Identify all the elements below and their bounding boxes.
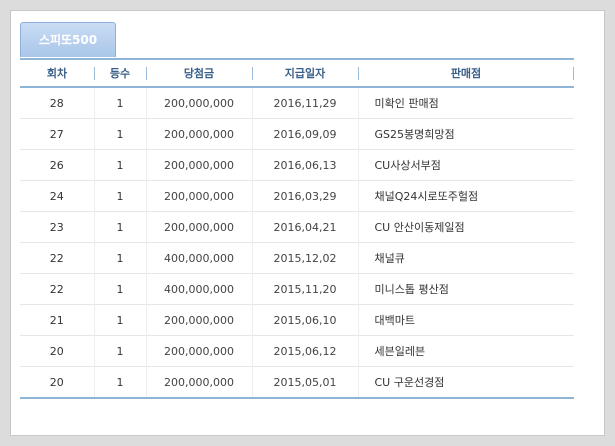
cell-date: 2016,09,09 xyxy=(251,118,358,150)
cell-prize: 200,000,000 xyxy=(145,211,252,243)
cell-round: 22 xyxy=(49,251,64,265)
table-row: 22 1 400,000,000 2015,11,20 미니스톱 평산점 xyxy=(20,273,574,305)
table-row: 28 1 200,000,000 2016,11,29 미확인 판매점 xyxy=(20,87,574,119)
cell-store: CU사상서부점 xyxy=(357,149,574,181)
cell-date: 2016,11,29 xyxy=(251,87,358,119)
cell-rank: 1 xyxy=(93,304,146,336)
cell-prize: 200,000,000 xyxy=(145,87,252,119)
cell-rank: 1 xyxy=(93,366,146,398)
table-header-row: 회차 등수 당첨금 지급일자 판매점 xyxy=(20,59,574,87)
table-row: 21 1 200,000,000 2015,06,10 대백마트 xyxy=(20,304,574,336)
cell-date: 2015,06,12 xyxy=(251,335,358,367)
cell-rank: 1 xyxy=(93,211,146,243)
cell-date: 2015,05,01 xyxy=(251,366,358,398)
cell-date: 2016,04,21 xyxy=(251,211,358,243)
table-row: 22 1 400,000,000 2015,12,02 채널큐 xyxy=(20,242,574,274)
cell-rank: 1 xyxy=(93,180,146,212)
cell-round: 27 xyxy=(49,127,64,141)
cell-prize: 400,000,000 xyxy=(145,273,252,305)
cell-round: 20 xyxy=(49,344,64,358)
cell-store: 채널큐 xyxy=(357,242,574,274)
cell-store: 세븐일레븐 xyxy=(357,335,574,367)
table-row: 20 1 200,000,000 2015,05,01 CU 구운선경점 xyxy=(20,366,574,398)
cell-round: 26 xyxy=(49,158,64,172)
tab-bar: 스피또500 xyxy=(20,22,116,58)
winners-table-container: 회차 등수 당첨금 지급일자 판매점 28 1 200,000,000 2016,11… xyxy=(20,58,574,399)
cell-store: CU 구운선경점 xyxy=(357,366,574,398)
cell-prize: 200,000,000 xyxy=(145,180,252,212)
cell-store: 대백마트 xyxy=(357,304,574,336)
cell-date: 2015,12,02 xyxy=(251,242,358,274)
cell-prize: 200,000,000 xyxy=(145,335,252,367)
cell-store: 채널Q24시로또주헐점 xyxy=(357,180,574,212)
cell-round: 22 xyxy=(49,282,64,296)
tab-speetto500[interactable]: 스피또500 xyxy=(20,22,116,57)
cell-store: 미확인 판매점 xyxy=(357,87,574,119)
table-row: 26 1 200,000,000 2016,06,13 CU사상서부점 xyxy=(20,149,574,181)
header-date: 지급일자 xyxy=(252,59,358,87)
cell-date: 2016,06,13 xyxy=(251,149,358,181)
winners-table: 회차 등수 당첨금 지급일자 판매점 28 1 200,000,000 2016,11… xyxy=(20,58,574,399)
cell-prize: 200,000,000 xyxy=(145,366,252,398)
header-round: 회차 xyxy=(46,67,68,80)
cell-rank: 1 xyxy=(93,273,146,305)
cell-prize: 200,000,000 xyxy=(145,149,252,181)
cell-rank: 1 xyxy=(93,118,146,150)
cell-store: 미니스톱 평산점 xyxy=(357,273,574,305)
header-store: 판매점 xyxy=(358,59,574,87)
cell-date: 2016,03,29 xyxy=(251,180,358,212)
cell-store: CU 안산이동제일점 xyxy=(357,211,574,243)
cell-prize: 400,000,000 xyxy=(145,242,252,274)
cell-round: 23 xyxy=(49,220,64,234)
cell-rank: 1 xyxy=(93,335,146,367)
table-row: 24 1 200,000,000 2016,03,29 채널Q24시로또주헐점 xyxy=(20,180,574,212)
cell-store: GS25봉명희망점 xyxy=(357,118,574,150)
cell-round: 21 xyxy=(49,313,64,327)
cell-round: 20 xyxy=(49,375,64,389)
table-row: 23 1 200,000,000 2016,04,21 CU 안산이동제일점 xyxy=(20,211,574,243)
cell-rank: 1 xyxy=(93,87,146,119)
cell-date: 2015,06,10 xyxy=(251,304,358,336)
table-row: 27 1 200,000,000 2016,09,09 GS25봉명희망점 xyxy=(20,118,574,150)
cell-rank: 1 xyxy=(93,149,146,181)
table-row: 20 1 200,000,000 2015,06,12 세븐일레븐 xyxy=(20,335,574,367)
cell-rank: 1 xyxy=(93,242,146,274)
header-prize: 당첨금 xyxy=(146,59,252,87)
cell-prize: 200,000,000 xyxy=(145,304,252,336)
cell-round: 24 xyxy=(49,189,64,203)
cell-round: 28 xyxy=(49,96,64,110)
header-rank: 등수 xyxy=(94,59,146,87)
cell-prize: 200,000,000 xyxy=(145,118,252,150)
cell-date: 2015,11,20 xyxy=(251,273,358,305)
